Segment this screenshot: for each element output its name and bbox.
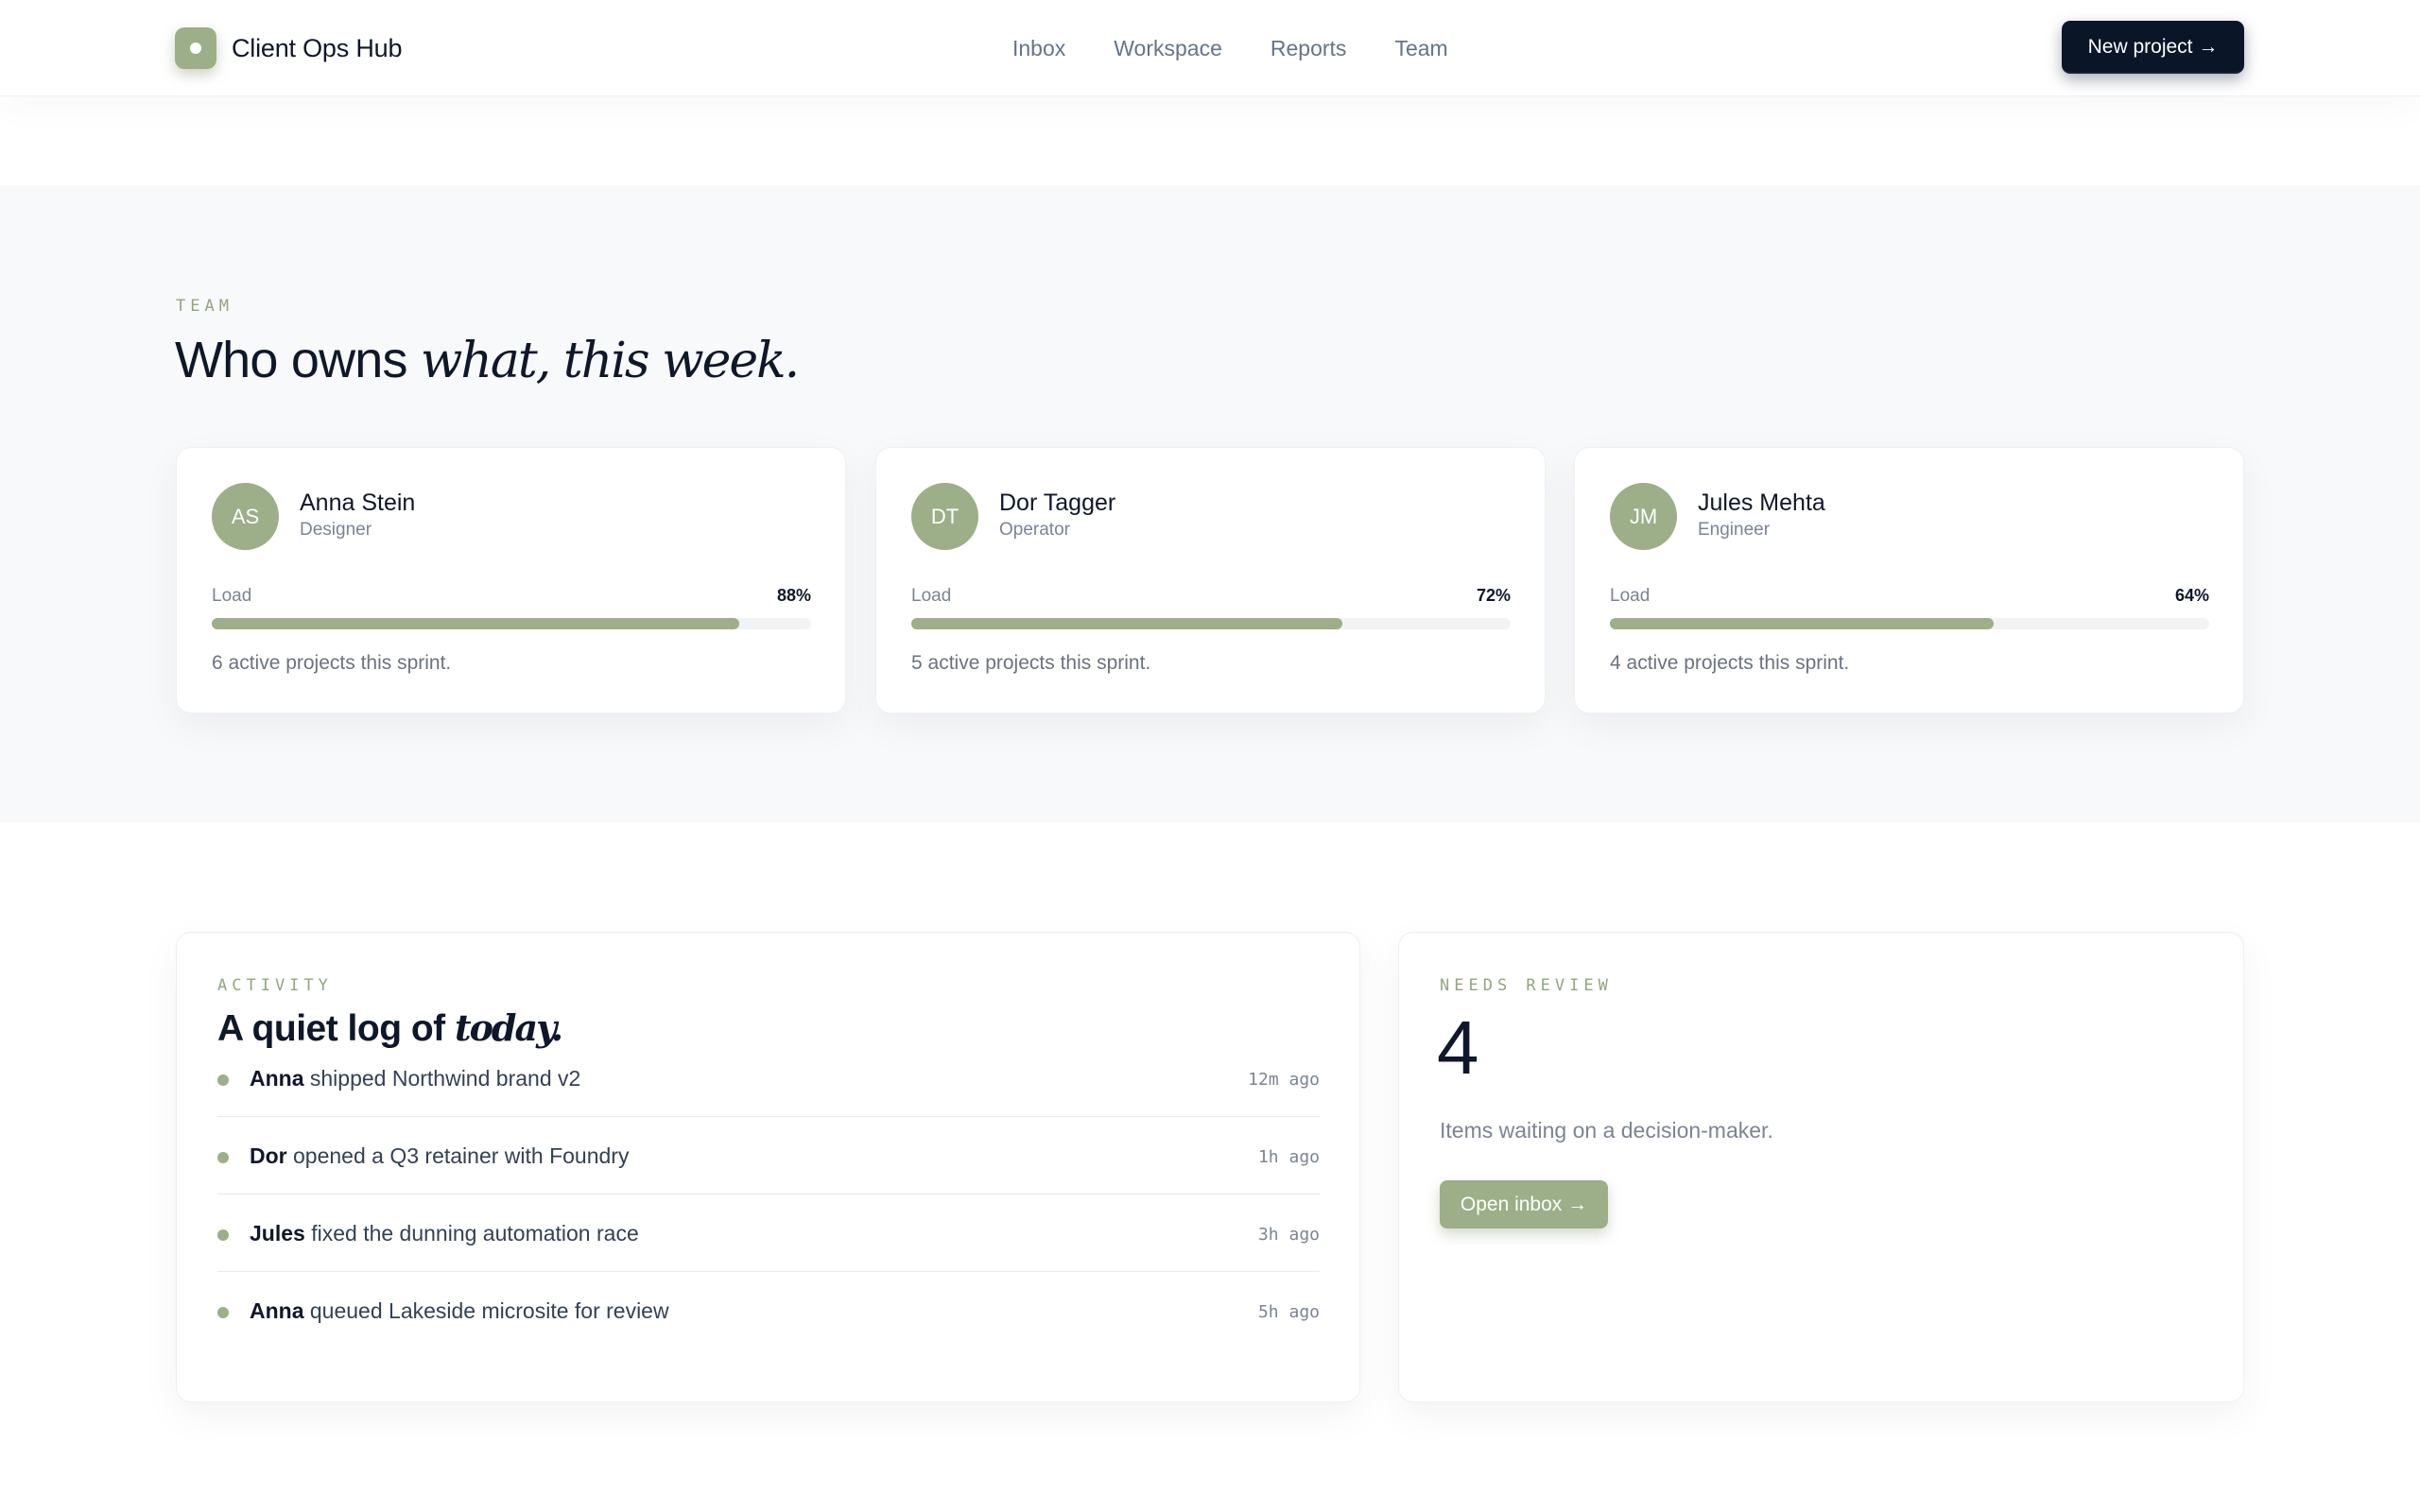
activity-card: ACTIVITY A quiet log of today. Anna ship…	[176, 932, 1360, 1402]
review-eyebrow: NEEDS REVIEW	[1440, 976, 1613, 995]
review-count: 4	[1437, 1005, 1479, 1090]
member-note: 4 active projects this sprint.	[1610, 652, 1850, 674]
activity-action: queued Lakeside microsite for review	[303, 1298, 669, 1323]
member-name: Anna Stein	[300, 490, 416, 516]
team-heading: Who owns what, this week.	[175, 331, 800, 389]
activity-action: shipped Northwind brand v2	[303, 1066, 581, 1091]
load-value: 88%	[776, 586, 811, 605]
open-inbox-button[interactable]: Open inbox →	[1440, 1180, 1608, 1228]
bullet-dot-icon	[217, 1229, 229, 1241]
member-card-anna[interactable]: AS Anna Stein Designer Load 88% 6 active…	[176, 447, 846, 713]
team-heading-italic: what, this week.	[420, 333, 800, 389]
member-card-jules[interactable]: JM Jules Mehta Engineer Load 64% 4 activ…	[1574, 447, 2244, 713]
load-bar-fill	[212, 618, 739, 629]
load-label: Load	[911, 586, 952, 606]
team-heading-plain: Who owns	[175, 332, 421, 388]
nav-item-team[interactable]: Team	[1394, 36, 1447, 61]
member-role: Designer	[300, 520, 372, 540]
activity-time: 1h ago	[1257, 1147, 1320, 1167]
load-bar-fill	[911, 618, 1343, 629]
brand[interactable]: Client Ops Hub	[175, 27, 402, 69]
avatar: JM	[1610, 483, 1677, 550]
load-bar	[1610, 618, 2209, 629]
activity-text: Anna shipped Northwind brand v2	[250, 1066, 580, 1091]
load-label: Load	[1610, 586, 1651, 606]
activity-actor: Jules	[250, 1221, 305, 1246]
list-item[interactable]: Anna queued Lakeside microsite for revie…	[217, 1272, 1320, 1349]
activity-eyebrow: ACTIVITY	[217, 976, 333, 995]
logo-dot	[190, 43, 201, 54]
list-item[interactable]: Anna shipped Northwind brand v2 12m ago	[217, 1040, 1320, 1117]
activity-action: opened a Q3 retainer with Foundry	[286, 1143, 630, 1168]
nav-item-inbox[interactable]: Inbox	[1012, 36, 1065, 61]
member-role: Engineer	[1698, 520, 1771, 540]
list-item[interactable]: Jules fixed the dunning automation race …	[217, 1194, 1320, 1272]
load-bar	[911, 618, 1511, 629]
list-item[interactable]: Dor opened a Q3 retainer with Foundry 1h…	[217, 1117, 1320, 1194]
activity-time: 5h ago	[1257, 1302, 1320, 1322]
member-name: Jules Mehta	[1698, 490, 1825, 516]
member-role: Operator	[999, 520, 1070, 540]
activity-list: Anna shipped Northwind brand v2 12m ago …	[217, 1040, 1320, 1349]
activity-actor: Anna	[250, 1298, 304, 1323]
new-project-button[interactable]: New project →	[2062, 21, 2244, 74]
activity-actor: Dor	[250, 1143, 287, 1168]
activity-time: 3h ago	[1257, 1225, 1320, 1245]
activity-actor: Anna	[250, 1066, 304, 1091]
bullet-dot-icon	[217, 1074, 229, 1086]
member-note: 5 active projects this sprint.	[911, 652, 1151, 674]
nav-item-reports[interactable]: Reports	[1270, 36, 1347, 61]
activity-action: fixed the dunning automation race	[304, 1221, 639, 1246]
activity-text: Jules fixed the dunning automation race	[250, 1221, 639, 1246]
team-eyebrow: TEAM	[176, 297, 233, 316]
load-label: Load	[212, 586, 252, 606]
bullet-dot-icon	[217, 1307, 229, 1318]
top-navigation-bar: Client Ops Hub Inbox Workspace Reports T…	[0, 0, 2420, 96]
load-bar	[212, 618, 811, 629]
activity-text: Dor opened a Q3 retainer with Foundry	[250, 1143, 629, 1169]
member-note: 6 active projects this sprint.	[212, 652, 452, 674]
load-value: 72%	[1476, 586, 1511, 605]
load-value: 64%	[2174, 586, 2209, 605]
needs-review-card: NEEDS REVIEW 4 Items waiting on a decisi…	[1398, 932, 2244, 1402]
bullet-dot-icon	[217, 1152, 229, 1163]
main-nav: Inbox Workspace Reports Team	[1012, 34, 1448, 62]
activity-time: 12m ago	[1248, 1070, 1320, 1090]
avatar: DT	[911, 483, 978, 550]
review-subtitle: Items waiting on a decision-maker.	[1440, 1118, 1773, 1143]
load-bar-fill	[1610, 618, 1994, 629]
member-card-dor[interactable]: DT Dor Tagger Operator Load 72% 5 active…	[875, 447, 1546, 713]
brand-name: Client Ops Hub	[232, 33, 403, 62]
dot-logo-icon	[175, 27, 216, 69]
avatar: AS	[212, 483, 279, 550]
activity-text: Anna queued Lakeside microsite for revie…	[250, 1298, 669, 1324]
member-name: Dor Tagger	[999, 490, 1116, 516]
nav-item-workspace[interactable]: Workspace	[1114, 36, 1222, 61]
